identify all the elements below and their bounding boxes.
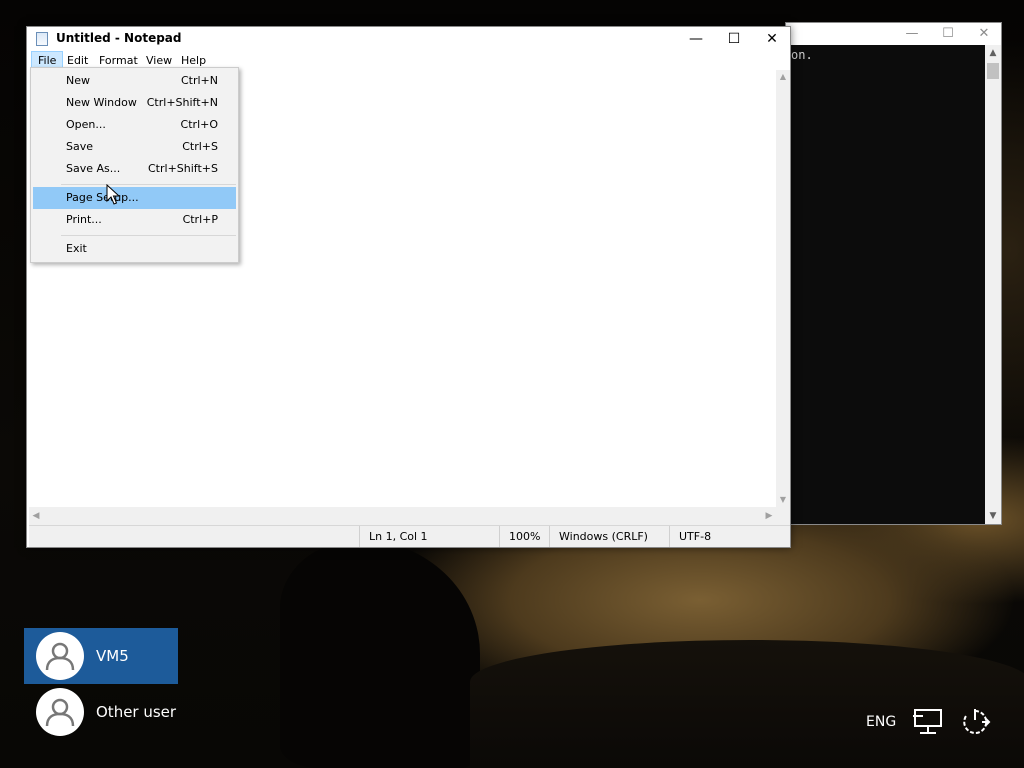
menu-item-page-setup[interactable]: Page Setup... [33,187,236,209]
menu-separator [61,235,236,236]
notepad-title-bar[interactable]: Untitled - Notepad — ☐ ✕ [27,27,790,51]
console-close-button[interactable]: ✕ [966,25,1002,43]
minimize-button[interactable]: — [677,27,715,51]
console-output: on. [791,48,813,62]
horizontal-scrollbar[interactable]: ◀ ▶ [29,507,776,525]
user-name: VM5 [96,647,129,665]
maximize-button[interactable]: ☐ [715,27,753,51]
user-avatar-icon [36,632,84,680]
vertical-scrollbar[interactable]: ▲ ▼ [776,70,790,507]
console-scroll-down-icon[interactable]: ▼ [985,508,1001,524]
menu-item-label: Save [66,140,94,153]
console-scroll-up-icon[interactable]: ▲ [985,45,1001,61]
menu-item-label: New [66,74,90,87]
menu-item-exit[interactable]: Exit [33,238,236,260]
wallpaper-rock [280,540,480,768]
menu-item-label: Exit [66,242,87,255]
scroll-left-icon[interactable]: ◀ [29,507,43,525]
status-line-ending: Windows (CRLF) [549,526,669,547]
wallpaper-shadow [470,640,1024,768]
menu-item-new[interactable]: New Ctrl+N [33,70,236,92]
menu-item-label: Open... [66,118,106,131]
scroll-up-icon[interactable]: ▲ [776,70,790,84]
status-zoom: 100% [499,526,549,547]
menu-item-shortcut: Ctrl+S [182,140,218,153]
console-title-bar[interactable]: — ☐ ✕ [786,23,1001,45]
menu-item-shortcut: Ctrl+O [180,118,218,131]
power-icon[interactable] [958,707,992,737]
console-maximize-button[interactable]: ☐ [930,25,966,43]
menu-item-label: Save As... [66,162,121,175]
scroll-down-icon[interactable]: ▼ [776,493,790,507]
user-name: Other user [96,703,177,721]
status-bar: Ln 1, Col 1 100% Windows (CRLF) UTF-8 [29,525,790,547]
console-scrollbar[interactable]: ▲ ▼ [985,45,1001,524]
mouse-cursor-icon [106,184,121,205]
language-indicator[interactable]: ENG [866,714,896,730]
status-encoding: UTF-8 [669,526,789,547]
menu-item-print[interactable]: Print... Ctrl+P [33,209,236,231]
console-window[interactable]: — ☐ ✕ on. ▲ ▼ [785,22,1002,525]
console-minimize-button[interactable]: — [894,25,930,43]
user-tile-other-user[interactable]: Other user [24,684,178,740]
menu-item-label: New Window [66,96,137,109]
menu-item-shortcut: Ctrl+Shift+N [146,96,218,109]
scrollbar-corner [776,507,790,525]
menu-item-save-as[interactable]: Save As... Ctrl+Shift+S [33,158,236,180]
status-position: Ln 1, Col 1 [359,526,499,547]
file-menu-dropdown: New Ctrl+N New Window Ctrl+Shift+N Open.… [30,67,239,263]
menu-item-open[interactable]: Open... Ctrl+O [33,114,236,136]
notepad-app-icon [36,32,48,46]
menu-item-shortcut: Ctrl+N [180,74,218,87]
menu-item-label: Page Setup... [66,191,139,204]
user-avatar-icon [36,688,84,736]
console-scroll-thumb[interactable] [987,63,999,79]
network-icon[interactable] [911,707,945,737]
scroll-right-icon[interactable]: ▶ [762,507,776,525]
menu-item-new-window[interactable]: New Window Ctrl+Shift+N [33,92,236,114]
menu-item-shortcut: Ctrl+Shift+S [148,162,218,175]
menu-item-label: Print... [66,213,102,226]
menu-item-save[interactable]: Save Ctrl+S [33,136,236,158]
menu-separator [61,184,236,185]
user-tile-vm5[interactable]: VM5 [24,628,178,684]
window-title: Untitled - Notepad [56,31,182,45]
close-button[interactable]: ✕ [753,27,791,51]
menu-item-shortcut: Ctrl+P [182,213,218,226]
